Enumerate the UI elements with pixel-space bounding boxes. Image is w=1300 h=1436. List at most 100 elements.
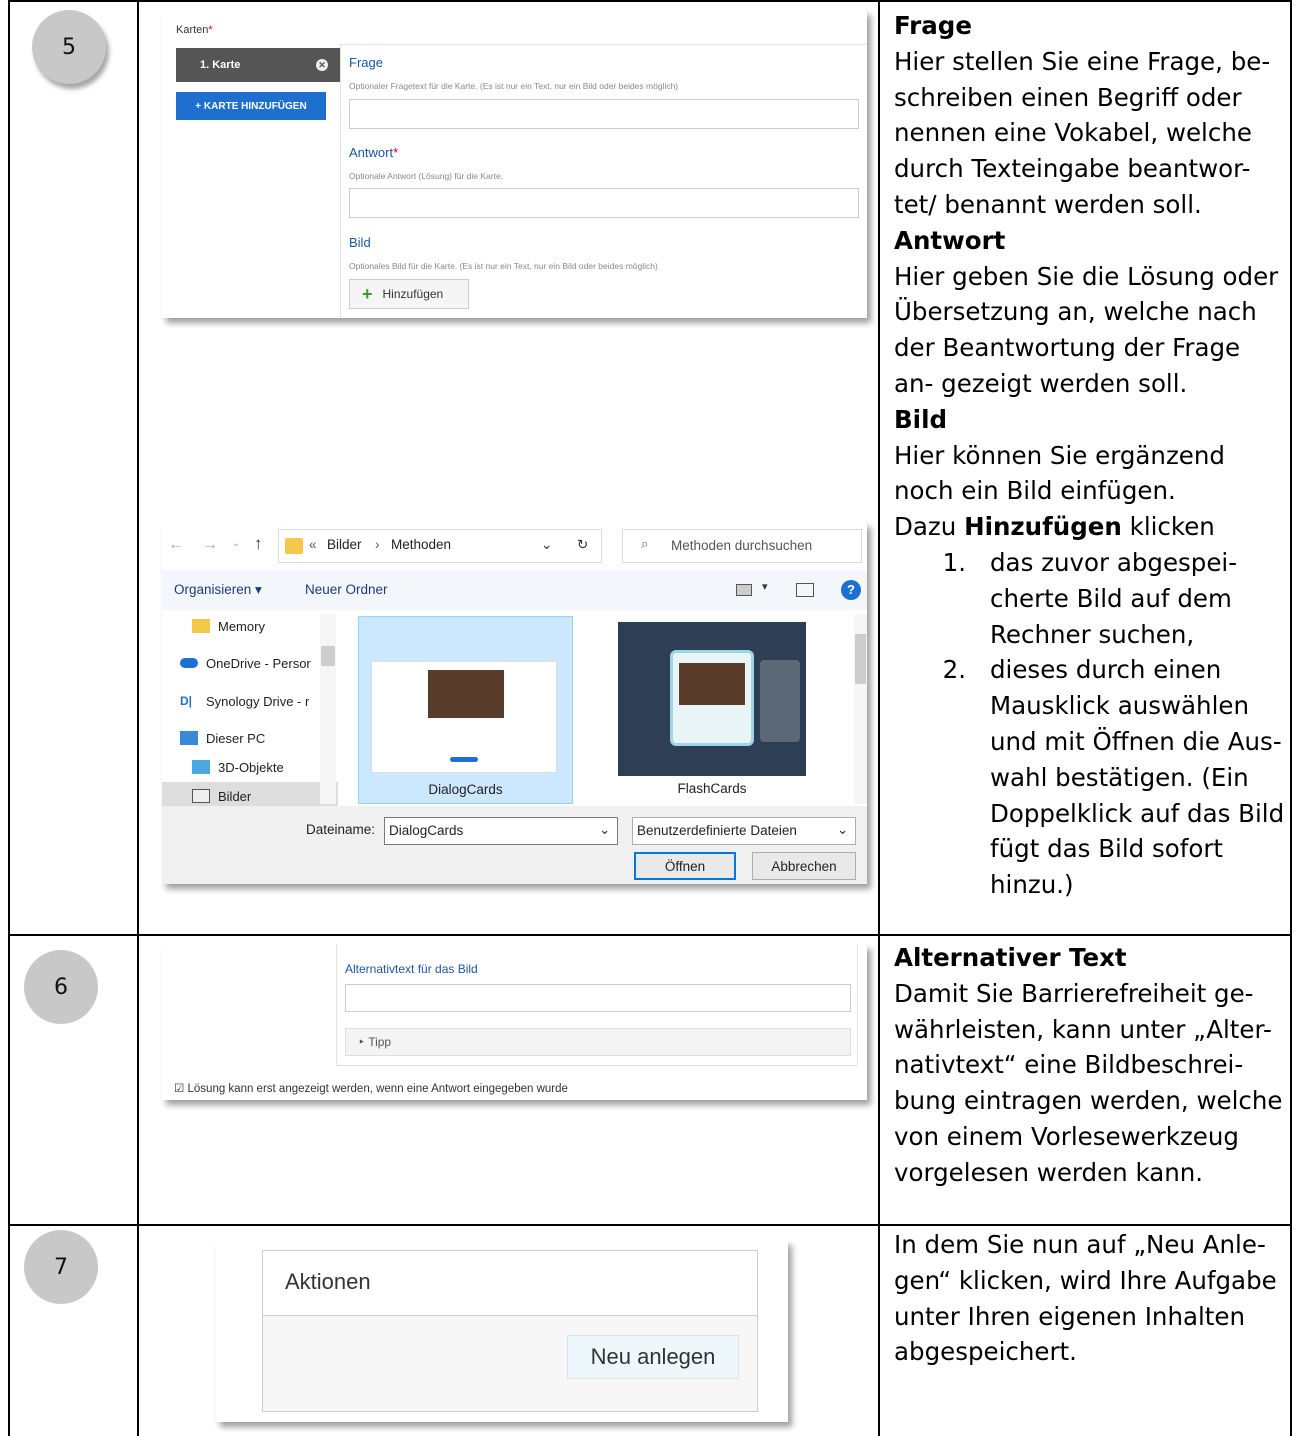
- path-prefix: «: [309, 537, 317, 552]
- pictures-icon: [192, 789, 210, 803]
- text-antwort: Hier geben Sie die Lösung oder Übersetzu…: [894, 261, 1279, 398]
- filename-input[interactable]: DialogCards ⌄: [384, 817, 618, 845]
- list-item: 1. das zuvor abgespei- cherte Bild auf de…: [942, 547, 1238, 649]
- search-input[interactable]: ⌕ Methoden durchsuchen: [622, 529, 862, 563]
- table-border-col2: [878, 0, 880, 1436]
- nav-item-synology[interactable]: D| Synology Drive - r: [162, 687, 338, 715]
- step-7-description: In dem Sie nun auf „Neu Anle- gen“ klick…: [894, 1227, 1286, 1370]
- recent-dropdown-icon[interactable]: ⌄: [232, 538, 240, 549]
- actions-panel: Aktionen Neu anlegen: [262, 1250, 758, 1412]
- synology-icon: D|: [180, 694, 193, 708]
- alt-text-input[interactable]: [345, 984, 851, 1012]
- actions-title: Aktionen: [285, 1269, 371, 1294]
- answer-input[interactable]: [349, 188, 859, 218]
- nav-scroll-thumb[interactable]: [321, 646, 335, 666]
- alt-text-title: Alternativtext für das Bild: [345, 962, 478, 976]
- nav-item-onedrive[interactable]: OneDrive - Persor: [162, 649, 338, 677]
- filetype-value: Benutzerdefinierte Dateien: [637, 823, 797, 838]
- folder-icon: [192, 619, 210, 633]
- actions-screenshot: Aktionen Neu anlegen: [216, 1240, 788, 1422]
- refresh-icon[interactable]: ↻: [577, 537, 588, 553]
- answer-title: Antwort*: [349, 145, 399, 160]
- steps-list: 1. das zuvor abgespei- cherte Bild auf de…: [894, 545, 1286, 903]
- path-separator: ›: [375, 537, 380, 552]
- thumbnail-photo: [428, 670, 504, 718]
- chevron-down-icon[interactable]: ⌄: [541, 537, 552, 553]
- step-number-6: 6: [24, 950, 98, 1024]
- step-5-description: Frage Hier stellen Sie eine Frage, be- s…: [894, 8, 1286, 903]
- create-new-button[interactable]: Neu anlegen: [567, 1335, 739, 1379]
- forward-icon[interactable]: →: [202, 536, 218, 554]
- heading-bild: Bild: [894, 404, 948, 434]
- file-name-dialogcards: DialogCards: [428, 782, 503, 797]
- filetype-select[interactable]: Benutzerdefinierte Dateien ⌄: [632, 817, 856, 845]
- navigation-pane: Memory OneDrive - Persor D| Synology Dri…: [162, 610, 338, 810]
- cloud-icon: [180, 658, 198, 668]
- heading-antwort: Antwort: [894, 225, 1006, 255]
- image-desc: Optionales Bild für die Karte. (Es ist n…: [349, 261, 658, 271]
- organize-button[interactable]: Organisieren ▾: [174, 582, 262, 598]
- cards-label: Karten*: [176, 24, 213, 36]
- question-title: Frage: [349, 55, 383, 70]
- monitor-icon: [180, 731, 198, 745]
- plus-icon: +: [362, 284, 373, 304]
- preview-pane-icon[interactable]: [796, 583, 814, 597]
- text-alt-text: Damit Sie Barrierefreiheit ge- währleist…: [894, 978, 1283, 1187]
- text-bild: Hier können Sie ergänzend noch ein Bild …: [894, 440, 1225, 506]
- open-button[interactable]: Öffnen: [634, 852, 736, 880]
- table-border-col1: [137, 0, 139, 1436]
- heading-alt-text: Alternativer Text: [894, 943, 1127, 972]
- nav-item-3d[interactable]: 3D-Objekte: [162, 753, 338, 781]
- text-frage: Hier stellen Sie eine Frage, be- schreib…: [894, 46, 1271, 219]
- up-icon[interactable]: ↑: [254, 534, 263, 554]
- add-card-button[interactable]: + KARTE HINZUFÜGEN: [176, 92, 326, 120]
- view-icon[interactable]: [736, 584, 752, 596]
- cancel-button[interactable]: Abbrechen: [752, 852, 856, 880]
- path-bilder[interactable]: Bilder: [327, 537, 362, 552]
- search-icon: ⌕: [641, 536, 649, 551]
- nav-item-memory[interactable]: Memory: [162, 612, 338, 640]
- row-divider-1: [8, 934, 1292, 936]
- step-number-5: 5: [32, 10, 106, 84]
- remove-card-icon[interactable]: ✕: [316, 59, 328, 71]
- address-bar[interactable]: « Bilder › Methoden ⌄ ↻: [278, 529, 602, 563]
- view-dropdown-icon[interactable]: ▾: [762, 580, 768, 593]
- solution-checkbox[interactable]: ☑ Lösung kann erst angezeigt werden, wen…: [174, 1081, 568, 1095]
- editor-screenshot: Karten* 1. Karte ✕ + KARTE HINZUFÜGEN Fr…: [162, 10, 867, 318]
- help-icon[interactable]: ?: [841, 580, 861, 600]
- file-item-dialogcards[interactable]: DialogCards: [358, 616, 573, 804]
- file-name-flashcards: FlashCards: [677, 781, 747, 796]
- image-title: Bild: [349, 235, 371, 250]
- card-fields: Frage Optionaler Fragetext für die Karte…: [340, 44, 867, 318]
- thumbnail-card-back: [760, 660, 800, 742]
- file-item-flashcards[interactable]: FlashCards: [612, 616, 827, 804]
- filename-label: Dateiname:: [306, 822, 376, 837]
- card-tab-1[interactable]: 1. Karte ✕: [176, 48, 340, 82]
- chevron-down-icon[interactable]: ⌄: [599, 822, 610, 838]
- search-placeholder: Methoden durchsuchen: [671, 538, 813, 553]
- table-border-top: [8, 0, 1292, 2]
- file-dialog-screenshot: ← → ⌄ ↑ « Bilder › Methoden ⌄ ↻ ⌕ Method…: [162, 522, 867, 884]
- add-image-button[interactable]: + Hinzufügen: [349, 279, 469, 309]
- filename-value: DialogCards: [389, 823, 464, 838]
- thumbnail-dialogcards: [371, 661, 557, 773]
- list-item: 2. dieses durch einen Mausklick auswählen…: [942, 655, 1285, 900]
- back-icon[interactable]: ←: [168, 536, 184, 554]
- nav-item-pc[interactable]: Dieser PC: [162, 724, 338, 752]
- table-border-right: [1290, 0, 1292, 1436]
- thumbnail-card: [670, 650, 754, 746]
- answer-desc: Optionale Antwort (Lösung) für die Karte…: [349, 171, 504, 181]
- path-methoden[interactable]: Methoden: [391, 537, 451, 552]
- row-divider-2: [8, 1224, 1292, 1226]
- thumbnail-flashcards: [618, 622, 806, 776]
- new-folder-button[interactable]: Neuer Ordner: [305, 582, 388, 597]
- thumbnail-photo: [679, 663, 745, 705]
- alt-text-screenshot: Alternativtext für das Bild ‣ Tipp ☑ Lös…: [162, 944, 867, 1100]
- chevron-down-icon[interactable]: ⌄: [837, 822, 848, 838]
- file-scroll-thumb[interactable]: [855, 634, 866, 684]
- tip-toggle[interactable]: ‣ Tipp: [345, 1028, 851, 1056]
- nav-scrollbar[interactable]: [320, 614, 336, 804]
- question-desc: Optionaler Fragetext für die Karte. (Es …: [349, 81, 679, 91]
- question-input[interactable]: [349, 99, 859, 129]
- text-neu-anlegen: In dem Sie nun auf „Neu Anle- gen“ klick…: [894, 1230, 1277, 1367]
